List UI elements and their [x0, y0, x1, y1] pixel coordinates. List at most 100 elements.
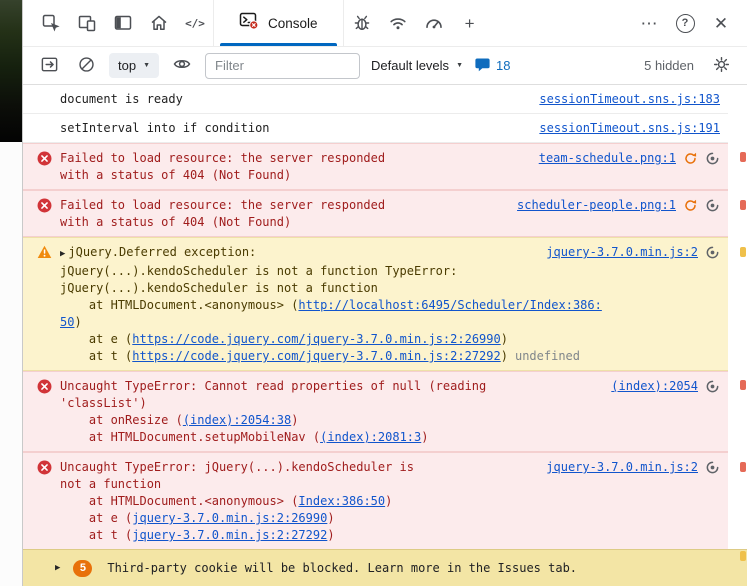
warning-marker[interactable]	[740, 247, 746, 257]
background-page-image	[0, 0, 22, 142]
message-source: jquery-3.7.0.min.js:2	[546, 244, 720, 261]
close-devtools-button[interactable]: ✕	[703, 6, 739, 40]
copilot-explain-icon[interactable]	[705, 245, 720, 260]
chat-bubble-icon	[474, 56, 491, 76]
console-message-kendoscheduler-error[interactable]: Uncaught TypeError: jQuery(...).kendoSch…	[23, 452, 728, 549]
bug-icon	[352, 13, 372, 33]
help-icon: ?	[676, 14, 695, 33]
stack-frame-link[interactable]: Index:386:50	[298, 494, 385, 508]
stack-frame-text: at e (	[60, 511, 132, 525]
console-icon	[239, 11, 259, 35]
eye-icon	[172, 54, 192, 77]
message-source: jquery-3.7.0.min.js:2	[546, 459, 720, 476]
copilot-explain-icon[interactable]	[705, 379, 720, 394]
clear-icon	[77, 55, 96, 77]
more-tabs-button[interactable]: +	[452, 6, 488, 40]
expand-group-icon[interactable]: ▶	[55, 563, 60, 573]
live-expression-button[interactable]	[168, 52, 196, 80]
log-levels-selector[interactable]: Default levels ▼	[369, 54, 465, 77]
stack-frame-text: at HTMLDocument.setupMobileNav (	[60, 430, 320, 444]
cookie-warning-text: Third-party cookie will be blocked. Lear…	[107, 561, 577, 575]
warning-icon	[37, 245, 52, 260]
source-link[interactable]: sessionTimeout.sns.js:183	[539, 91, 720, 108]
source-link[interactable]: team-schedule.png:1	[539, 150, 676, 167]
message-source: sessionTimeout.sns.js:191	[539, 120, 720, 137]
background-page-strip	[0, 0, 22, 586]
issues-counter[interactable]: 18	[474, 56, 510, 76]
elements-tab[interactable]: </>	[177, 6, 213, 40]
more-options-button[interactable]: ⋯	[631, 6, 667, 40]
stack-frame-link[interactable]: jquery-3.7.0.min.js:2:26990	[132, 511, 327, 525]
warning-marker[interactable]	[740, 551, 746, 561]
console-message-classlist-error[interactable]: Uncaught TypeError: Cannot read properti…	[23, 371, 728, 452]
close-icon: ✕	[714, 15, 728, 32]
message-source: sessionTimeout.sns.js:183	[539, 91, 720, 108]
stack-frame-text: at e (	[60, 332, 132, 346]
copilot-explain-icon[interactable]	[705, 198, 720, 213]
gauge-icon	[424, 13, 444, 33]
help-button[interactable]: ?	[667, 6, 703, 40]
console-sidebar-button[interactable]	[35, 52, 63, 80]
log-text: document is ready	[60, 92, 183, 106]
tabbar-spacer	[488, 0, 631, 46]
console-message-document-ready[interactable]: document is ready sessionTimeout.sns.js:…	[23, 85, 728, 114]
source-link[interactable]: jquery-3.7.0.min.js:2	[546, 244, 698, 261]
performance-tab[interactable]	[416, 6, 452, 40]
log-text: setInterval into if condition	[60, 121, 270, 135]
refresh-resource-icon[interactable]	[683, 151, 698, 166]
ellipsis-icon: ⋯	[641, 15, 658, 32]
cookie-warning-group[interactable]: ▶ 5 Third-party cookie will be blocked. …	[23, 549, 747, 586]
plus-icon: +	[465, 15, 475, 32]
error-text: Uncaught TypeError: jQuery(...).kendoSch…	[60, 459, 430, 493]
dock-panel-icon	[113, 13, 133, 33]
context-selector[interactable]: top ▼	[109, 53, 159, 78]
wifi-icon	[388, 13, 408, 33]
error-icon	[37, 460, 52, 475]
repeat-count-badge: 5	[73, 560, 92, 577]
devtools-tabbar: </> Console + ⋯	[23, 0, 747, 47]
undefined-result: undefined	[515, 349, 580, 363]
stack-frame-link[interactable]: https://code.jquery.com/jquery-3.7.0.min…	[132, 332, 500, 346]
bug-tab[interactable]	[344, 6, 380, 40]
clear-console-button[interactable]	[72, 52, 100, 80]
panel-open-icon	[40, 55, 59, 77]
console-message-jquery-deferred-exception[interactable]: ▶jQuery.Deferred exception: jQuery(...).k…	[23, 237, 728, 371]
network-tab[interactable]	[380, 6, 416, 40]
stack-frame-link[interactable]: jquery-3.7.0.min.js:2:27292	[132, 528, 327, 542]
source-link[interactable]: (index):2054	[611, 378, 698, 395]
copilot-explain-icon[interactable]	[705, 151, 720, 166]
source-link[interactable]: scheduler-people.png:1	[517, 197, 676, 214]
chevron-down-icon: ▼	[456, 62, 463, 69]
error-marker[interactable]	[740, 200, 746, 210]
device-emulation-button[interactable]	[69, 6, 105, 40]
console-message-setinterval[interactable]: setInterval into if condition sessionTim…	[23, 114, 728, 143]
error-icon	[37, 198, 52, 213]
error-marker[interactable]	[740, 152, 746, 162]
error-text: Failed to load resource: the server resp…	[60, 197, 400, 231]
source-link[interactable]: jquery-3.7.0.min.js:2	[546, 459, 698, 476]
stack-frame-link[interactable]: (index):2054:38	[183, 413, 291, 427]
panel-layout-button[interactable]	[105, 6, 141, 40]
warning-body: jQuery(...).kendoScheduler is not a func…	[60, 263, 472, 297]
console-settings-button[interactable]	[707, 52, 735, 80]
console-message-404-scheduler-people[interactable]: Failed to load resource: the server resp…	[23, 190, 728, 237]
error-marker[interactable]	[740, 462, 746, 472]
message-source: (index):2054	[611, 378, 720, 395]
expand-message-icon[interactable]: ▶	[60, 249, 65, 259]
welcome-tab[interactable]	[141, 6, 177, 40]
console-message-404-team-schedule[interactable]: Failed to load resource: the server resp…	[23, 143, 728, 190]
stack-frame-link[interactable]: (index):2081:3	[320, 430, 421, 444]
code-icon: </>	[185, 17, 205, 30]
error-marker[interactable]	[740, 380, 746, 390]
copilot-explain-icon[interactable]	[705, 460, 720, 475]
filter-input[interactable]	[205, 53, 360, 79]
inspect-element-button[interactable]	[33, 6, 69, 40]
chevron-down-icon: ▼	[143, 62, 150, 69]
stack-frame-link[interactable]: https://code.jquery.com/jquery-3.7.0.min…	[132, 349, 500, 363]
error-icon	[37, 151, 52, 166]
console-tab[interactable]: Console	[213, 0, 344, 46]
source-link[interactable]: sessionTimeout.sns.js:191	[539, 120, 720, 137]
stack-frame-text: at HTMLDocument.<anonymous> (	[60, 298, 298, 312]
refresh-resource-icon[interactable]	[683, 198, 698, 213]
warning-title: jQuery.Deferred exception:	[68, 245, 256, 259]
